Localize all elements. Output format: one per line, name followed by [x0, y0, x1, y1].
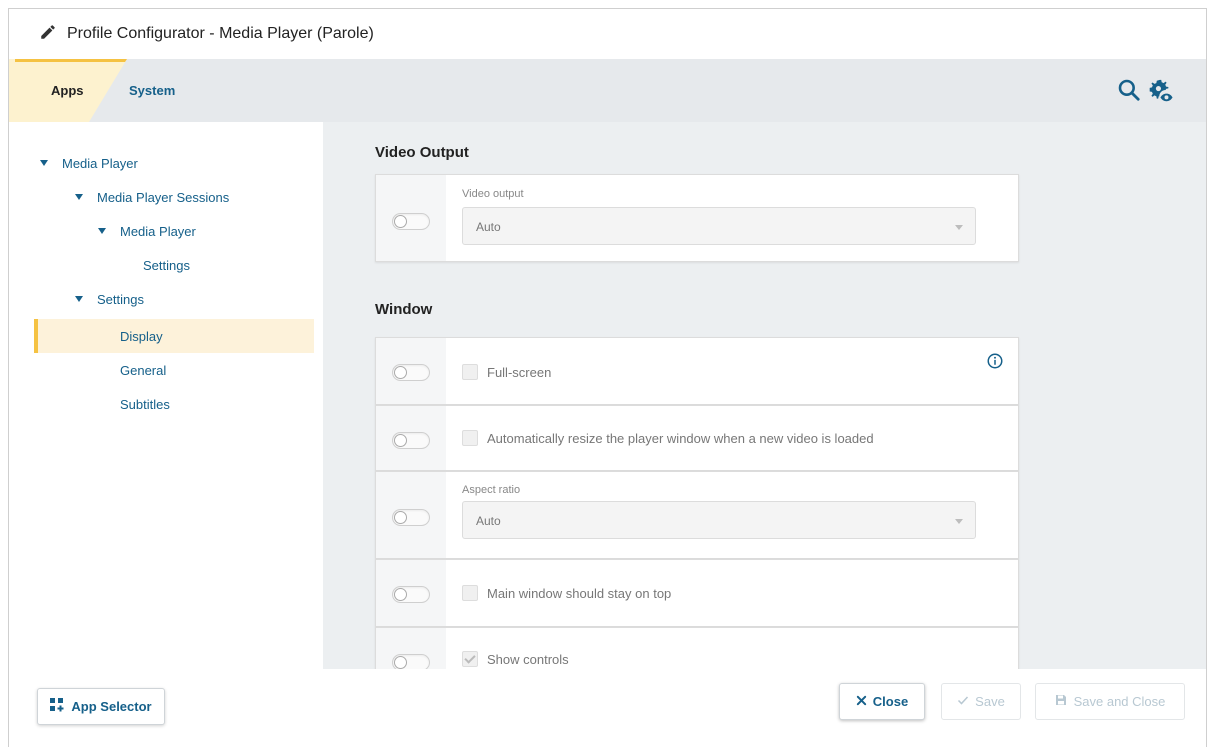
tree-item-label: Settings [143, 257, 190, 273]
caret-down-icon[interactable] [75, 296, 83, 302]
tree-item-label: Settings [97, 291, 144, 307]
fullscreen-toggle[interactable] [392, 364, 430, 381]
aspect-ratio-field-label: Aspect ratio [462, 484, 521, 496]
checkmark-icon [957, 694, 975, 709]
auto-resize-toggle[interactable] [392, 432, 430, 449]
sidebar-tree: Media Player Media Player Sessions Media… [9, 122, 323, 669]
stay-on-top-toggle[interactable] [392, 586, 430, 603]
video-output-toggle[interactable] [392, 213, 430, 230]
toggle-knob [394, 511, 407, 524]
pencil-icon [39, 23, 57, 46]
caret-down-icon[interactable] [75, 194, 83, 200]
tree-item-label: Display [120, 328, 163, 344]
tab-system[interactable]: System [129, 83, 175, 98]
aspect-ratio-select[interactable]: Auto [462, 501, 976, 539]
fullscreen-label: Full-screen [487, 365, 552, 380]
stay-on-top-card: Main window should stay on top [375, 559, 1019, 627]
tree-item-label: Media Player Sessions [97, 189, 230, 205]
selection-indicator [34, 319, 38, 353]
footer-bar: App Selector Close Save Save and Close [9, 669, 1206, 747]
select-value: Auto [476, 514, 501, 528]
settings-visibility-icon[interactable] [1147, 77, 1173, 103]
caret-down-icon[interactable] [98, 228, 106, 234]
save-label: Save [975, 694, 1005, 709]
toggle-knob [394, 366, 407, 379]
tree-item-display[interactable]: Display [34, 319, 314, 353]
section-title-video-output: Video Output [375, 144, 469, 161]
search-icon[interactable] [1116, 77, 1142, 103]
section-title-window: Window [375, 301, 433, 318]
select-value: Auto [476, 220, 501, 234]
stay-on-top-label: Main window should stay on top [487, 586, 672, 601]
chevron-down-icon [955, 519, 963, 524]
show-controls-card: Show controls [375, 627, 1019, 669]
tree-item-media-player[interactable]: Media Player [40, 146, 138, 180]
aspect-ratio-toggle[interactable] [392, 509, 430, 526]
caret-down-icon[interactable] [40, 160, 48, 166]
tab-apps-indicator [15, 59, 127, 62]
tree-item-general[interactable]: General [120, 353, 166, 387]
tree-item-label: Subtitles [120, 396, 170, 412]
tree-item-label: Media Player [62, 155, 138, 171]
auto-resize-checkbox[interactable] [462, 430, 478, 446]
tree-item-session-settings[interactable]: Settings [143, 248, 190, 282]
save-and-close-button[interactable]: Save and Close [1035, 683, 1185, 720]
tree-item-label: General [120, 362, 167, 378]
tab-apps[interactable]: Apps [51, 83, 84, 98]
app-selector-label: App Selector [71, 699, 152, 714]
floppy-disk-icon [1055, 694, 1074, 709]
title-bar: Profile Configurator - Media Player (Par… [9, 9, 1206, 59]
app-grid-icon [50, 698, 71, 715]
tree-item-media-player-child[interactable]: Media Player [98, 214, 196, 248]
close-label: Close [872, 694, 909, 709]
auto-resize-label: Automatically resize the player window w… [487, 431, 874, 446]
save-button[interactable]: Save [941, 683, 1021, 720]
chevron-down-icon [955, 225, 963, 230]
main-content[interactable]: Video Output Video output Auto Window Fu… [323, 122, 1206, 669]
close-icon [856, 694, 873, 709]
toggle-knob [394, 588, 407, 601]
toggle-knob [394, 434, 407, 447]
auto-resize-card: Automatically resize the player window w… [375, 405, 1019, 471]
show-controls-toggle[interactable] [392, 654, 430, 669]
window-title: Profile Configurator - Media Player (Par… [67, 25, 374, 42]
show-controls-label: Show controls [487, 652, 569, 667]
show-controls-checkbox[interactable] [462, 651, 478, 667]
close-button[interactable]: Close [839, 683, 925, 720]
stay-on-top-checkbox[interactable] [462, 585, 478, 601]
profile-configurator-window: Profile Configurator - Media Player (Par… [8, 8, 1207, 747]
tree-item-subtitles[interactable]: Subtitles [120, 387, 170, 421]
app-selector-button[interactable]: App Selector [37, 688, 165, 725]
tree-item-media-player-sessions[interactable]: Media Player Sessions [75, 180, 229, 214]
info-icon[interactable] [986, 352, 1004, 370]
fullscreen-card: Full-screen [375, 337, 1019, 405]
top-strip [0, 0, 1216, 8]
tree-item-label: Media Player [120, 223, 196, 239]
save-and-close-label: Save and Close [1073, 694, 1166, 709]
video-output-card: Video output Auto [375, 174, 1019, 262]
video-output-field-label: Video output [462, 188, 524, 200]
toggle-knob [394, 656, 407, 669]
aspect-ratio-card: Aspect ratio Auto [375, 471, 1019, 559]
tree-item-settings[interactable]: Settings [75, 282, 144, 316]
video-output-select[interactable]: Auto [462, 207, 976, 245]
tabs-bar: Apps System [9, 59, 1206, 122]
toggle-knob [394, 215, 407, 228]
fullscreen-checkbox[interactable] [462, 364, 478, 380]
